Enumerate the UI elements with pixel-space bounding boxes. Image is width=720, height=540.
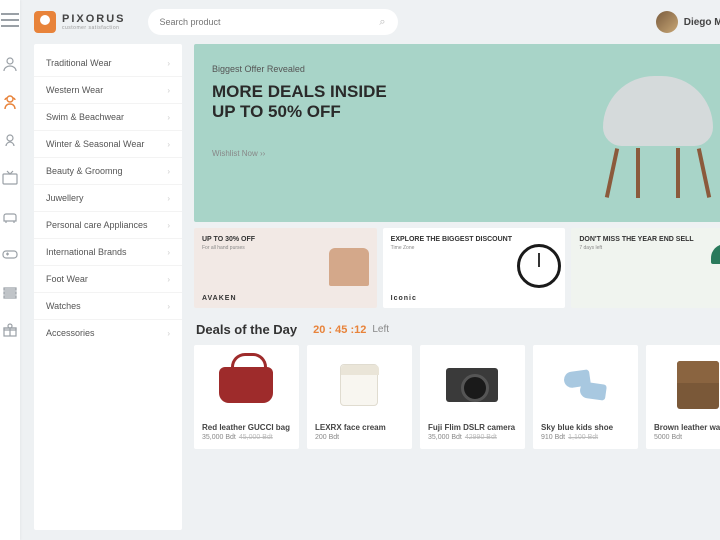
shoes-image (560, 371, 610, 399)
sidebar-item[interactable]: Traditional Wear› (34, 50, 182, 77)
wallet-image (677, 361, 719, 409)
lamp-image (706, 244, 720, 288)
topbar: PIXORUS customer satisfaction ⌕ Diego Mo… (20, 0, 720, 44)
promo-card[interactable]: DON'T MISS THE YEAR END SELL 7 days left (571, 228, 720, 308)
sidebar-item[interactable]: Beauty & Groomng› (34, 158, 182, 185)
purse-image (329, 248, 369, 286)
sidebar-item[interactable]: International Brands› (34, 239, 182, 266)
chevron-right-icon: › (167, 302, 170, 311)
chevron-right-icon: › (167, 194, 170, 203)
deal-card[interactable]: Fuji Flim DSLR camera 35,000 Bdt42990 Bd… (420, 345, 525, 449)
sidebar-item[interactable]: Western Wear› (34, 77, 182, 104)
deal-card[interactable]: LEXRX face cream 200 Bdt (307, 345, 412, 449)
rail-woman-icon[interactable] (0, 92, 20, 112)
user-name: Diego Morata (684, 17, 720, 28)
search-icon[interactable]: ⌕ (379, 16, 385, 29)
sidebar-item[interactable]: Watches› (34, 293, 182, 320)
promo-card[interactable]: EXPLORE THE BIGGEST DISCOUNT Time Zone I… (383, 228, 566, 308)
sidebar-item[interactable]: Winter & Seasonal Wear› (34, 131, 182, 158)
search-input[interactable] (160, 17, 380, 27)
sidebar-item[interactable]: Personal care Appliances› (34, 212, 182, 239)
search-box[interactable]: ⌕ (148, 9, 398, 35)
rail-gift-icon[interactable] (0, 320, 20, 340)
brand-name: PIXORUS (62, 13, 126, 25)
sidebar-item[interactable]: Juwellery› (34, 185, 182, 212)
rail-furniture-icon[interactable] (0, 206, 20, 226)
chevron-right-icon: › (167, 275, 170, 284)
sidebar-item[interactable]: Accessories› (34, 320, 182, 346)
brand-tagline: customer satisfaction (62, 25, 126, 31)
sidebar-item[interactable]: Foot Wear› (34, 266, 182, 293)
chevron-right-icon: › (167, 329, 170, 338)
chevron-right-icon: › (167, 86, 170, 95)
category-sidebar: Traditional Wear› Western Wear› Swim & B… (34, 44, 182, 530)
chair-image (578, 62, 720, 202)
chevron-right-icon: › (167, 221, 170, 230)
chevron-right-icon: › (167, 59, 170, 68)
deals-timer: 20 : 45 :12 (313, 324, 366, 336)
menu-icon[interactable] (0, 10, 20, 30)
chevron-right-icon: › (167, 248, 170, 257)
user-menu[interactable]: Diego Morata ▾ (656, 11, 720, 33)
camera-image (446, 368, 498, 402)
watch-image (517, 244, 561, 288)
rail-child-icon[interactable] (0, 130, 20, 150)
sidebar-item[interactable]: Swim & Beachwear› (34, 104, 182, 131)
rail-books-icon[interactable] (0, 282, 20, 302)
rail-game-icon[interactable] (0, 244, 20, 264)
deals-title: Deals of the Day (196, 322, 297, 337)
logo-mark-icon (34, 11, 56, 33)
logo[interactable]: PIXORUS customer satisfaction (34, 11, 126, 33)
promo-card[interactable]: UP TO 30% OFF For all hand purses AVAKEN (194, 228, 377, 308)
hero-banner[interactable]: Biggest Offer Revealed MORE DEALS INSIDE… (194, 44, 720, 222)
rail-tv-icon[interactable] (0, 168, 20, 188)
red-bag-image (219, 367, 273, 403)
chevron-right-icon: › (167, 167, 170, 176)
deal-card[interactable]: Brown leather wallet 5000 Bdt (646, 345, 720, 449)
rail-user-icon[interactable] (0, 54, 20, 74)
nav-rail (0, 0, 20, 540)
avatar (656, 11, 678, 33)
chevron-right-icon: › (167, 140, 170, 149)
deal-card[interactable]: Sky blue kids shoe 910 Bdt1,100 Bdt (533, 345, 638, 449)
chevron-right-icon: › (167, 113, 170, 122)
cream-image (340, 364, 378, 406)
deals-section: Deals of the Day 20 : 45 :12 Left View A… (194, 322, 720, 449)
deal-card[interactable]: Red leather GUCCI bag 35,000 Bdt45,000 B… (194, 345, 299, 449)
